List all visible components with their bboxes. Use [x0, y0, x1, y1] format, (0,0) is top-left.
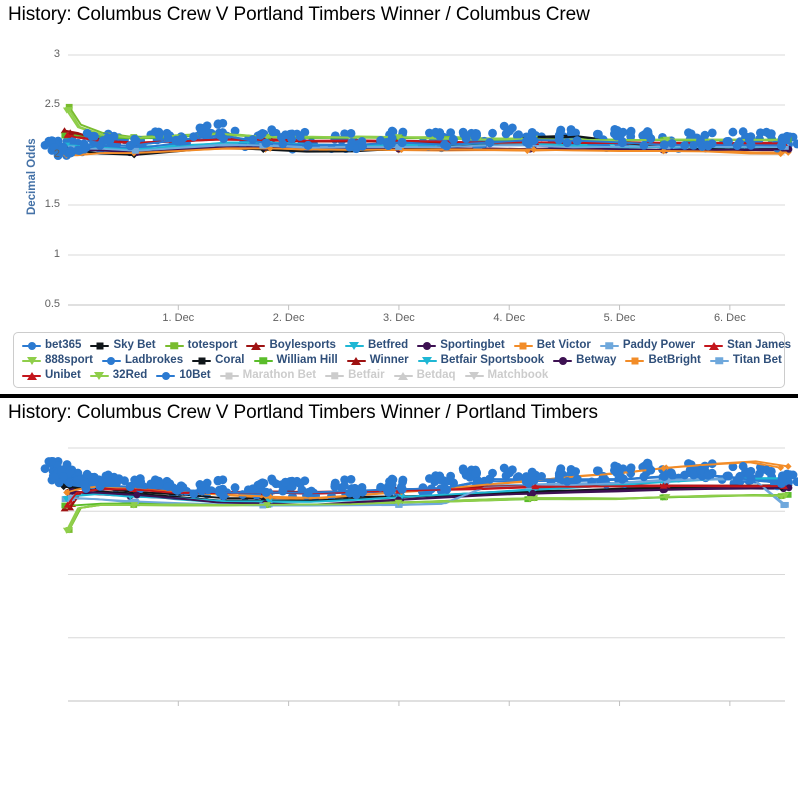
legend-item-label: Ladbrokes: [124, 353, 184, 366]
y-axis-tick: 1.5: [44, 198, 60, 210]
tri-up-marker-icon: [22, 370, 41, 381]
legend-item-label: Sportingbet: [440, 338, 505, 351]
diamond-marker-icon: [90, 340, 110, 351]
legend-item-label: BetBright: [648, 353, 701, 366]
square-marker-icon: [599, 340, 619, 351]
tri-down-marker-icon: [89, 370, 109, 381]
legend-item-betway[interactable]: Betway: [553, 353, 617, 367]
legend-item-label: bet365: [45, 338, 82, 351]
legend-item-ladbrokes[interactable]: Ladbrokes: [101, 353, 184, 367]
square-marker-icon: [164, 340, 184, 351]
circle-marker-icon: [156, 370, 176, 381]
square-marker-icon: [709, 355, 729, 366]
legend-item-label: Marathon Bet: [242, 368, 317, 381]
x-axis-tick: 2. Dec: [272, 312, 305, 324]
legend-item-label: Unibet: [45, 368, 81, 381]
circle-marker-icon: [22, 340, 41, 351]
legend-item-label: Betway: [576, 353, 617, 366]
x-axis-tick: 6. Dec: [713, 312, 746, 324]
tri-up-marker-icon: [393, 370, 413, 381]
legend-row: 888sport Ladbrokes Coral William Hill Winner…: [22, 353, 782, 368]
legend-row: Unibet 32Red 10Bet Marathon Bet Betfair Betda…: [22, 368, 778, 383]
legend-item-label: 10Bet: [179, 368, 211, 381]
legend-item-label: Betfred: [367, 338, 409, 351]
legend-row: bet365 Sky Bet totesport Boylesports Betfred…: [22, 338, 791, 353]
legend-item-label: Sky Bet: [113, 338, 156, 351]
plot-area-portland-timbers: [40, 447, 798, 706]
legend-item-winner[interactable]: Winner: [346, 353, 409, 367]
legend-item-label: Winner: [369, 353, 409, 366]
square-marker-icon: [325, 370, 345, 381]
legend-item-label: 32Red: [112, 368, 148, 381]
legend-item-stan-james[interactable]: Stan James: [704, 338, 791, 352]
legend-item-betdaq[interactable]: Betdaq: [393, 368, 456, 382]
tri-up-marker-icon: [346, 355, 366, 366]
circle-marker-icon: [101, 355, 121, 366]
legend-item-label: 888sport: [45, 353, 93, 366]
legend-item-888sport[interactable]: 888sport: [22, 353, 93, 367]
legend-item-bet365[interactable]: bet365: [22, 338, 82, 352]
legend-item-paddy-power[interactable]: Paddy Power: [599, 338, 696, 352]
legend-item-marathon-bet[interactable]: Marathon Bet: [219, 368, 317, 382]
x-axis-tick: 5. Dec: [603, 312, 636, 324]
x-axis-tick: 4. Dec: [493, 312, 526, 324]
legend-item-betfair-sportsbook[interactable]: Betfair Sportsbook: [417, 353, 545, 367]
x-axis-tick: 1. Dec: [162, 312, 195, 324]
legend-columbus-crew[interactable]: bet365 Sky Bet totesport Boylesports Betfred…: [13, 332, 791, 388]
legend-item-titan-bet[interactable]: Titan Bet: [709, 353, 782, 367]
legend-item-bet-victor[interactable]: Bet Victor: [513, 338, 591, 352]
legend-item-label: Boylesports: [269, 338, 336, 351]
y-axis-tick: 0.5: [44, 298, 60, 310]
legend-item-label: Titan Bet: [732, 353, 782, 366]
legend-item-32red[interactable]: 32Red: [89, 368, 148, 382]
y-axis-tick: 3: [53, 48, 60, 60]
tri-down-marker-icon: [344, 340, 364, 351]
legend-item-unibet[interactable]: Unibet: [22, 368, 81, 382]
tri-down-marker-icon: [417, 355, 437, 366]
legend-item-sky-bet[interactable]: Sky Bet: [90, 338, 156, 352]
chart-panel-columbus-crew: History: Columbus Crew V Portland Timber…: [0, 0, 798, 394]
legend-item-label: Matchbook: [487, 368, 549, 381]
y-axis-tick: 1: [53, 248, 60, 260]
legend-item-sportingbet[interactable]: Sportingbet: [417, 338, 505, 352]
diamond-marker-icon: [513, 340, 533, 351]
legend-item-label: Bet Victor: [536, 338, 591, 351]
diamond-marker-icon: [625, 355, 645, 366]
circle-marker-icon: [553, 355, 573, 366]
legend-item-coral[interactable]: Coral: [192, 353, 245, 367]
legend-item-label: Betfair: [348, 368, 385, 381]
diamond-marker-icon: [192, 355, 212, 366]
legend-item-boylesports[interactable]: Boylesports: [246, 338, 336, 352]
y-axis-tick: 2: [53, 148, 60, 160]
tri-down-marker-icon: [22, 355, 41, 366]
legend-item-totesport[interactable]: totesport: [164, 338, 238, 352]
legend-item-betfred[interactable]: Betfred: [344, 338, 409, 352]
x-axis-tick: 3. Dec: [383, 312, 415, 324]
plot-area-columbus-crew: [40, 54, 798, 310]
tri-up-marker-icon: [246, 340, 266, 351]
legend-item-label: Coral: [215, 353, 245, 366]
tri-up-marker-icon: [704, 340, 724, 351]
legend-item-william-hill[interactable]: William Hill: [253, 353, 338, 367]
legend-item-label: William Hill: [276, 353, 338, 366]
circle-marker-icon: [417, 340, 437, 351]
chart-panel-portland-timbers: History: Columbus Crew V Portland Timber…: [0, 398, 798, 802]
legend-item-label: Paddy Power: [622, 338, 696, 351]
diamond-marker-icon: [219, 370, 239, 381]
legend-item-betfair[interactable]: Betfair: [325, 368, 385, 382]
legend-item-label: Betdaq: [416, 368, 456, 381]
tri-down-marker-icon: [464, 370, 484, 381]
legend-item-betbright[interactable]: BetBright: [625, 353, 701, 367]
legend-item-label: Betfair Sportsbook: [440, 353, 545, 366]
legend-item-label: Stan James: [727, 338, 791, 351]
legend-item-label: totesport: [187, 338, 238, 351]
y-axis-tick: 2.5: [44, 98, 60, 110]
square-marker-icon: [253, 355, 273, 366]
legend-item-10bet[interactable]: 10Bet: [156, 368, 211, 382]
legend-item-matchbook[interactable]: Matchbook: [464, 368, 549, 382]
